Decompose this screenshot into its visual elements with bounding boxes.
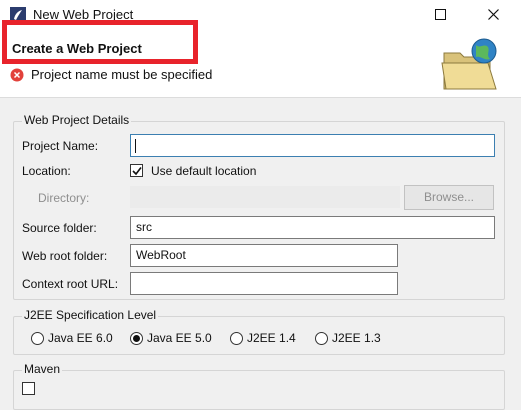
context-root-url-label: Context root URL:: [22, 277, 119, 291]
source-folder-input[interactable]: src: [130, 216, 495, 239]
directory-label: Directory:: [38, 191, 90, 205]
j2ee-radio-group: Java EE 6.0 Java EE 5.0 J2EE 1.4 J2EE 1.…: [31, 331, 491, 347]
web-root-folder-value: WebRoot: [136, 248, 186, 262]
radio-j2ee-1-3[interactable]: J2EE 1.3: [315, 331, 385, 347]
project-name-label: Project Name:: [22, 139, 99, 153]
radio-button[interactable]: [31, 332, 44, 345]
radio-button[interactable]: [130, 332, 143, 345]
group-legend: Web Project Details: [22, 113, 132, 127]
checkmark-icon: [132, 167, 142, 176]
error-icon: [10, 68, 24, 82]
source-folder-value: src: [136, 220, 152, 234]
group-legend: Maven: [22, 362, 63, 376]
radio-label: Java EE 6.0: [48, 331, 113, 345]
browse-button: Browse...: [404, 185, 494, 210]
error-message: Project name must be specified: [31, 67, 213, 82]
radio-label: J2EE 1.3: [332, 331, 381, 345]
directory-input: [130, 186, 400, 208]
project-name-input[interactable]: [130, 134, 495, 157]
folder-globe-icon: [441, 38, 497, 90]
source-folder-label: Source folder:: [22, 221, 97, 235]
radio-label: J2EE 1.4: [247, 331, 296, 345]
use-default-location-checkbox[interactable]: [130, 164, 143, 177]
group-legend: J2EE Specification Level: [22, 308, 159, 322]
web-root-folder-label: Web root folder:: [22, 249, 108, 263]
maven-group: Maven: [13, 362, 505, 410]
radio-java-ee-5[interactable]: Java EE 5.0: [130, 331, 215, 347]
close-icon: [488, 9, 499, 20]
radio-button[interactable]: [315, 332, 328, 345]
use-default-location-label[interactable]: Use default location: [151, 164, 256, 178]
web-root-folder-input[interactable]: WebRoot: [130, 244, 398, 267]
radio-j2ee-1-4[interactable]: J2EE 1.4: [230, 331, 300, 347]
radio-button[interactable]: [230, 332, 243, 345]
close-button[interactable]: [471, 0, 517, 30]
radio-java-ee-6[interactable]: Java EE 6.0: [31, 331, 116, 347]
j2ee-level-group: J2EE Specification Level Java EE 6.0 Jav…: [13, 308, 505, 355]
maximize-button[interactable]: [418, 0, 464, 30]
context-root-url-input[interactable]: [130, 272, 398, 295]
highlight-annotation: [2, 20, 198, 64]
maven-checkbox[interactable]: [22, 382, 35, 395]
wizard-header: Create a Web Project Project name must b…: [0, 20, 521, 98]
radio-label: Java EE 5.0: [147, 331, 212, 345]
radio-selected-dot: [133, 335, 140, 342]
location-label: Location:: [22, 164, 71, 178]
maximize-icon: [435, 9, 446, 20]
text-caret: [135, 139, 136, 153]
